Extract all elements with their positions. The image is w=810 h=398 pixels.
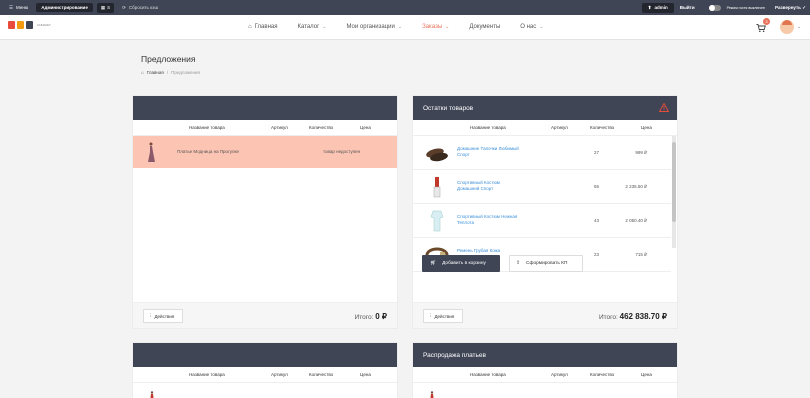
slippers-image — [426, 148, 448, 162]
dress-image — [430, 391, 434, 398]
offer-panel-3: Название товара Артикул Количество Цена — [133, 343, 397, 398]
breadcrumb-home[interactable]: Главная — [147, 70, 164, 75]
table-row[interactable]: Спортивный Костюм Нежная Теплота 43 2 05… — [413, 204, 671, 238]
breadcrumb-current: Предложения — [171, 70, 200, 75]
dress-image — [150, 391, 154, 398]
scrollbar[interactable] — [672, 136, 676, 248]
scrollbar-thumb[interactable] — [672, 142, 676, 222]
panel-footer: ⋮ Действия Итого: 462 838.70 ₽ — [413, 302, 677, 328]
cart-icon: 🛒︎ — [430, 261, 437, 266]
breadcrumb: ⌂ Главная / Предложения — [141, 70, 200, 75]
panel-footer: ⋮ Действия Итого: 0 ₽ — [133, 302, 397, 328]
more-vertical-icon: ⋮ — [428, 313, 433, 318]
product-link[interactable]: Ремень Грубая Кожа — [457, 248, 522, 254]
guest-mode-toggle[interactable] — [708, 4, 721, 11]
cart-count-badge: 3 — [763, 18, 770, 25]
product-link[interactable]: Спортивный Костюм Нежная Теплота — [457, 214, 522, 226]
avatar[interactable] — [780, 20, 794, 34]
chevron-down-icon: ⌄ — [322, 24, 327, 30]
guest-mode-label: Режим гостя выключен — [726, 5, 765, 10]
upload-icon: ⇪ — [516, 261, 521, 266]
nav-my-organizations[interactable]: Мои организации ⌄ — [346, 24, 402, 30]
reset-cache-button[interactable]: ⟳ Сбросить кэш — [122, 5, 158, 11]
table-header: Название товара Артикул Количество Цена — [133, 367, 397, 383]
table-header: Название товара Артикул Количество Цена — [133, 120, 397, 136]
panel-header — [133, 343, 397, 367]
chevron-down-icon: ⌄ — [445, 24, 450, 30]
refresh-icon: ⟳ — [122, 4, 126, 10]
page-title: Предложения — [141, 54, 196, 64]
expand-button[interactable]: Развернуть ✓ — [775, 5, 806, 11]
add-to-cart-button[interactable]: 🛒︎ Добавить в корзину — [422, 255, 500, 272]
chevron-down-icon: ⌄ — [539, 24, 544, 30]
grid-icon: ▦ — [100, 4, 106, 10]
table-row[interactable]: Спортивный Костюм Домашний Спорт 65 2 23… — [413, 170, 671, 204]
home-icon[interactable]: ⌂ — [141, 70, 144, 75]
hamburger-icon: ☰ — [9, 4, 14, 10]
menu-button[interactable]: ☰ Меню — [9, 5, 28, 11]
table-row[interactable]: Платье Модница на Прогулке товар недосту… — [133, 136, 397, 168]
table-row[interactable]: Домашние Тапочки Любимый Спорт 27 999 ₽ — [413, 136, 671, 170]
product-link[interactable]: Домашние Тапочки Любимый Спорт — [457, 146, 522, 158]
actions-button[interactable]: ⋮ Действия — [423, 309, 463, 323]
main-navigation: КАБИНЕТ ⌂ Главная Каталог ⌄ Мои организац… — [0, 15, 810, 40]
nav-catalog[interactable]: Каталог ⌄ — [297, 24, 326, 30]
logout-link[interactable]: Выйти — [680, 5, 695, 10]
dress-sale-panel: Распродажа платьев Название товара Артик… — [413, 343, 677, 398]
warning-icon[interactable] — [659, 103, 669, 112]
total: Итого: 0 ₽ — [354, 312, 387, 321]
sport-suit-image — [430, 210, 444, 232]
logo[interactable]: КАБИНЕТ — [8, 21, 51, 29]
chevron-down-icon: ⌄ — [397, 24, 403, 30]
nav-home[interactable]: ⌂ Главная — [248, 24, 277, 30]
nav-about[interactable]: О нас ⌄ — [520, 24, 543, 30]
administration-button[interactable]: Администрирование — [36, 3, 93, 12]
admin-user-button[interactable]: ⬆ admin — [641, 2, 674, 13]
generate-kp-button[interactable]: ⇪ Сформировать КП — [509, 255, 583, 272]
stock-panel: Остатки товаров Название товара Артикул … — [413, 96, 677, 328]
home-icon: ⌂ — [248, 24, 252, 30]
more-vertical-icon: ⋮ — [148, 313, 153, 318]
table-header: Название товара Артикул Количество Цена — [413, 367, 677, 383]
actions-button[interactable]: ⋮ Действия — [143, 309, 183, 323]
panel-header — [133, 96, 397, 120]
sport-suit-image — [433, 177, 441, 198]
chevron-down-icon[interactable]: ⌄ — [797, 24, 801, 30]
nav-orders[interactable]: Заказы ⌄ — [422, 24, 449, 30]
s-button[interactable]: ▦ S — [96, 2, 115, 13]
table-header: Название товара Артикул Количество Цена — [413, 120, 677, 136]
panel-header: Распродажа платьев — [413, 343, 677, 367]
total: Итого: 462 838.70 ₽ — [598, 312, 667, 321]
offer-panel-1: Название товара Артикул Количество Цена … — [133, 96, 397, 328]
product-link[interactable]: Спортивный Костюм Домашний Спорт — [457, 180, 522, 192]
breadcrumb-separator: / — [166, 70, 169, 75]
check-icon: ✓ — [802, 4, 806, 10]
panel-header: Остатки товаров — [413, 96, 677, 120]
dress-image — [148, 142, 155, 162]
nav-documents[interactable]: Документы — [469, 24, 500, 30]
user-icon: ⬆ — [647, 4, 652, 10]
admin-toolbar: ☰ Меню Администрирование ▦ S ⟳ Сбросить … — [0, 0, 810, 15]
